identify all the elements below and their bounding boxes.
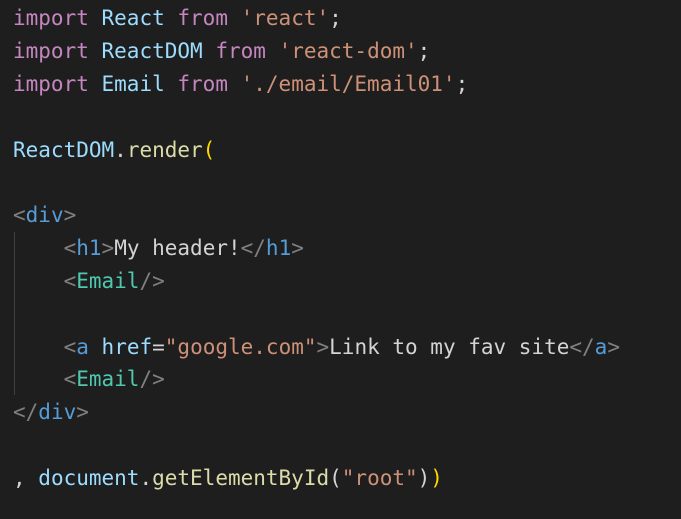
code-token: Email	[76, 367, 140, 391]
code-token: />	[139, 269, 165, 293]
code-line[interactable]: ReactDOM.render(	[13, 134, 215, 167]
code-token: <	[63, 367, 77, 391]
code-editor[interactable]: import React from 'react'; import ReactDO…	[0, 0, 681, 519]
code-token: h1	[76, 236, 102, 260]
code-token: import	[13, 39, 89, 63]
code-token: getElementById	[152, 466, 330, 490]
code-token: div	[38, 400, 77, 424]
code-token: )	[417, 466, 431, 490]
code-line[interactable]: import React from 'react';	[13, 2, 342, 35]
code-token: ReactDOM	[13, 138, 115, 162]
code-token: <	[63, 335, 77, 359]
code-token: 'react-dom'	[278, 39, 418, 63]
code-token: (	[202, 138, 216, 162]
code-token: ;	[455, 72, 469, 96]
code-line[interactable]: <Email/>	[13, 363, 165, 396]
code-token: >	[76, 400, 89, 424]
code-token: h1	[265, 236, 292, 260]
code-token: ReactDOM	[101, 39, 203, 63]
code-token: <	[63, 236, 77, 260]
code-token: 'react'	[240, 6, 330, 30]
code-token: =	[152, 335, 165, 359]
code-token: .	[114, 138, 127, 162]
code-line[interactable]: <a href="google.com">Link to my fav site…	[13, 331, 620, 364]
code-token: div	[25, 203, 64, 227]
code-token: (	[329, 466, 342, 490]
code-token: "google.com"	[164, 335, 317, 359]
code-token: "root"	[341, 466, 418, 490]
code-line[interactable]: <Email/>	[13, 265, 165, 298]
code-token: .	[139, 466, 153, 490]
code-token: Email	[76, 269, 140, 293]
code-token: Email	[101, 72, 165, 96]
code-line[interactable]: import Email from './email/Email01';	[13, 68, 468, 101]
code-token: >	[63, 203, 77, 227]
code-token: ;	[417, 39, 431, 63]
code-token: href	[101, 335, 153, 359]
code-line[interactable]: <h1>My header!</h1>	[13, 232, 304, 265]
code-token: ,	[13, 466, 39, 490]
code-token: </	[240, 236, 266, 260]
code-token: >	[607, 335, 620, 359]
code-token: >	[291, 236, 304, 260]
code-token: >	[101, 236, 115, 260]
code-token: React	[101, 6, 165, 30]
code-token: >	[316, 335, 330, 359]
code-token: <	[13, 203, 26, 227]
code-token: />	[139, 367, 165, 391]
code-token: a	[594, 335, 608, 359]
code-token: import	[13, 6, 89, 30]
code-token: )	[430, 466, 443, 490]
code-token: render	[126, 138, 203, 162]
code-token: document	[38, 466, 140, 490]
code-line[interactable]: , document.getElementById("root"))	[13, 462, 443, 495]
code-line[interactable]: import ReactDOM from 'react-dom';	[13, 35, 430, 68]
code-token: from	[177, 72, 228, 96]
code-token: from	[177, 6, 228, 30]
code-token: './email/Email01'	[240, 72, 456, 96]
code-token: Link to my fav site	[329, 335, 570, 359]
code-token: </	[569, 335, 595, 359]
code-token: ;	[329, 6, 342, 30]
code-line[interactable]: <div>	[13, 199, 76, 232]
code-token: a	[76, 335, 89, 359]
code-token: My header!	[114, 236, 241, 260]
code-line[interactable]: </div>	[13, 396, 89, 429]
code-token: import	[13, 72, 89, 96]
code-token: </	[13, 400, 39, 424]
code-token: from	[215, 39, 266, 63]
code-token: <	[63, 269, 77, 293]
